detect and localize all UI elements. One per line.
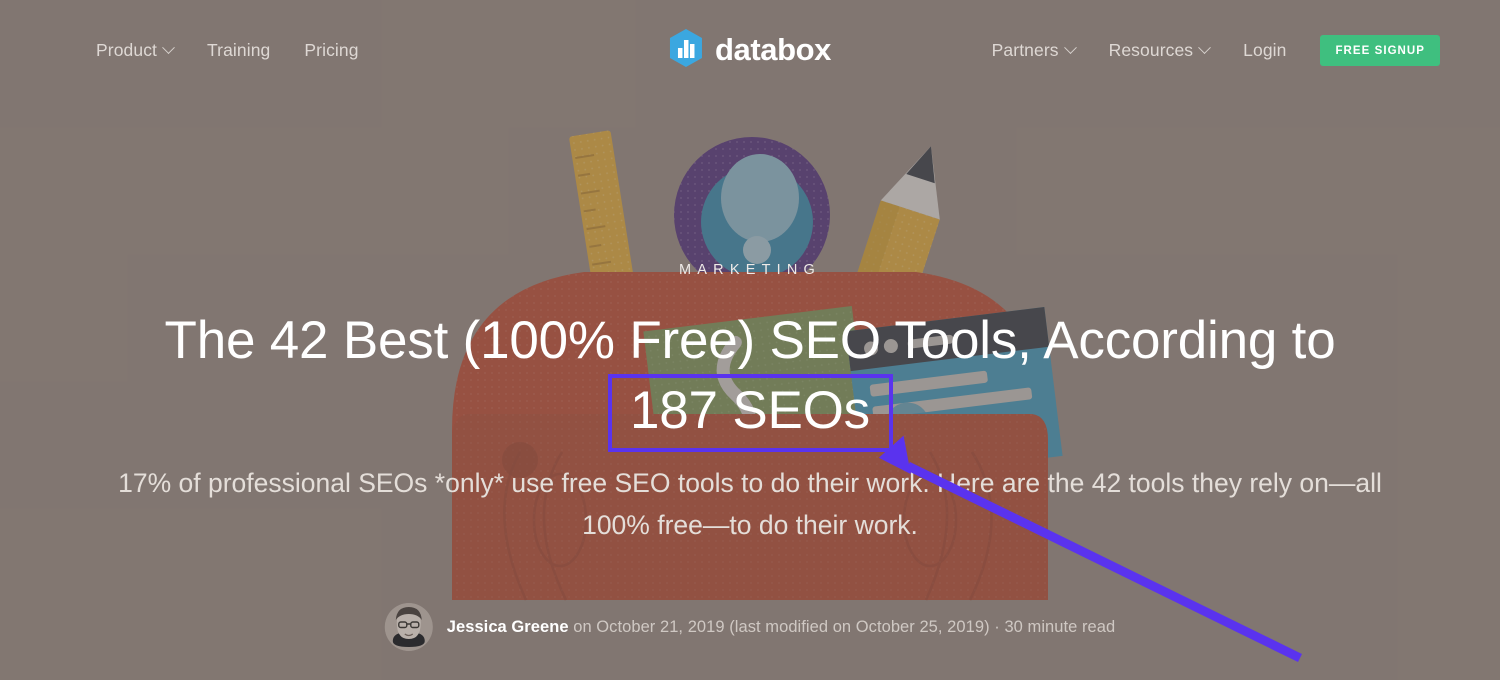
nav-item-label: Product xyxy=(96,39,158,60)
databox-hexagon-bars-logo-icon xyxy=(669,28,703,72)
brand-name: databox xyxy=(714,32,832,67)
chevron-down-icon xyxy=(1198,40,1212,54)
nav-item-resources[interactable]: Resources xyxy=(1108,39,1212,61)
nav-item-label: Resources xyxy=(1108,39,1194,60)
byline-text: Jessica Greene on October 21, 2019 (last… xyxy=(447,618,1115,637)
free-signup-button[interactable]: FREE SIGNUP xyxy=(1320,34,1440,66)
top-navigation: Product Training Pricing databox Partner… xyxy=(0,0,1500,100)
avatar-portrait-icon xyxy=(384,603,433,651)
browser-page: Product Training Pricing databox Partner… xyxy=(0,0,1500,680)
brand-logo-link[interactable]: databox xyxy=(669,28,832,72)
article-byline: Jessica Greene on October 21, 2019 (last… xyxy=(384,603,1115,651)
nav-right-group: Partners Resources Login FREE SIGNUP xyxy=(991,34,1440,66)
nav-item-pricing[interactable]: Pricing xyxy=(304,40,358,61)
nav-left-group: Product Training Pricing xyxy=(96,40,359,61)
nav-item-partners[interactable]: Partners xyxy=(991,39,1077,61)
page-title: The 42 Best (100% Free) SEO Tools, Accor… xyxy=(0,306,1500,446)
nav-item-label: Partners xyxy=(991,39,1059,60)
hero-section: MARKETING The 42 Best (100% Free) SEO To… xyxy=(0,0,1500,680)
nav-item-product[interactable]: Product xyxy=(96,39,175,61)
article-category-label[interactable]: MARKETING xyxy=(0,262,1500,278)
chevron-down-icon xyxy=(1063,40,1077,54)
nav-item-label: Training xyxy=(207,39,271,60)
article-subtitle: 17% of professional SEOs *only* use free… xyxy=(118,468,1382,540)
nav-item-training[interactable]: Training xyxy=(207,40,270,61)
author-name[interactable]: Jessica Greene xyxy=(447,618,569,636)
nav-item-label: Pricing xyxy=(304,39,359,60)
page-title-line-2: 187 SEOs xyxy=(630,381,870,440)
nav-item-label: Login xyxy=(1243,39,1287,60)
page-title-line-1: The 42 Best (100% Free) SEO Tools, Accor… xyxy=(164,311,1336,370)
chevron-down-icon xyxy=(162,40,175,54)
nav-item-login[interactable]: Login xyxy=(1243,40,1286,61)
avatar xyxy=(384,603,433,651)
byline-meta: on October 21, 2019 (last modified on Oc… xyxy=(568,617,1116,636)
